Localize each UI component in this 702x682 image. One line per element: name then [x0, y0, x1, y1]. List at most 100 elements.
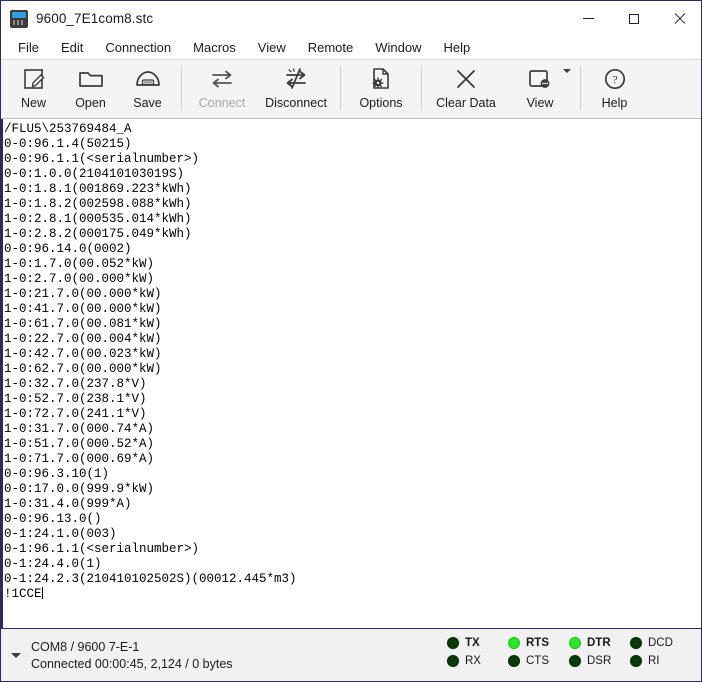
terminal-line: 1-0:31.4.0(999*A)	[4, 497, 132, 511]
toolbar: New Open Save Connect Disconnect Options…	[1, 59, 701, 119]
connection-settings-label: COM8 / 9600 7-E-1	[31, 639, 140, 654]
led-column: RTS CTS	[508, 637, 569, 667]
terminal-line: 0-0:96.3.10(1)	[4, 467, 110, 481]
options-button[interactable]: Options	[346, 60, 416, 116]
toolbar-separator	[421, 66, 422, 110]
led-label: TX	[465, 637, 480, 649]
led-lamp-icon	[630, 637, 642, 649]
options-button-label: Options	[359, 96, 403, 110]
led-label: RTS	[526, 637, 549, 649]
chevron-down-icon[interactable]	[11, 652, 21, 658]
clear-data-button-label: Clear Data	[436, 96, 496, 110]
view-button-label: View	[526, 96, 554, 110]
led-column: DCD RI	[630, 637, 691, 667]
save-button-label: Save	[133, 96, 162, 110]
terminal-line: 1-0:1.7.0(00.052*kW)	[4, 257, 155, 271]
connect-button[interactable]: Connect	[187, 60, 257, 116]
minimize-icon	[583, 18, 594, 19]
terminal-line: 1-0:51.7.0(000.52*A)	[4, 437, 155, 451]
open-button[interactable]: Open	[62, 60, 119, 116]
terminal-line: 1-0:71.7.0(000.69*A)	[4, 452, 155, 466]
help-button[interactable]: ? Help	[586, 60, 643, 116]
terminal-line: 1-0:61.7.0(00.081*kW)	[4, 317, 162, 331]
led-label: RI	[648, 655, 660, 667]
disconnect-arrows-icon	[257, 65, 335, 93]
view-button[interactable]: View	[505, 60, 575, 116]
led-lamp-icon	[630, 655, 642, 667]
terminal-line: 0-1:24.2.3(210410102502S)(00012.445*m3)	[4, 572, 297, 586]
led-indicator-dtr: DTR	[569, 637, 630, 649]
led-label: DSR	[587, 655, 612, 667]
save-button[interactable]: Save	[119, 60, 176, 116]
terminal-line: 1-0:2.8.1(000535.014*kWh)	[4, 212, 192, 226]
menu-item-help[interactable]: Help	[433, 38, 482, 58]
connect-button-label: Connect	[198, 96, 246, 110]
menu-item-macros[interactable]: Macros	[182, 38, 247, 58]
menu-item-window[interactable]: Window	[364, 38, 432, 58]
maximize-button[interactable]	[611, 1, 656, 36]
terminal-line: 0-1:24.1.0(003)	[4, 527, 117, 541]
terminal-line: 1-0:21.7.0(00.000*kW)	[4, 287, 162, 301]
led-label: DTR	[587, 637, 611, 649]
clear-data-button[interactable]: Clear Data	[427, 60, 505, 116]
menu-item-file[interactable]: File	[7, 38, 50, 58]
led-indicator-dsr: DSR	[569, 655, 630, 667]
terminal-line: 1-0:32.7.0(237.8*V)	[4, 377, 147, 391]
folder-open-icon	[62, 65, 119, 93]
maximize-icon	[628, 13, 639, 24]
minimize-button[interactable]	[566, 1, 611, 36]
terminal-line: 1-0:52.7.0(238.1*V)	[4, 392, 147, 406]
toolbar-separator	[181, 66, 182, 110]
status-text-group: COM8 / 9600 7-E-1 Connected 00:00:45, 2,…	[31, 640, 233, 671]
help-button-label: Help	[601, 96, 628, 110]
terminal-line: 1-0:72.7.0(241.1*V)	[4, 407, 147, 421]
terminal-line: 0-1:96.1.1(<serialnumber>)	[4, 542, 200, 556]
terminal-line: 0-0:1.0.0(210410103019S)	[4, 167, 185, 181]
led-column: TX RX	[447, 637, 508, 667]
terminal-line: 1-0:62.7.0(00.000*kW)	[4, 362, 162, 376]
led-column: DTR DSR	[569, 637, 630, 667]
disconnect-button[interactable]: Disconnect	[257, 60, 335, 116]
terminal-line: 0-0:96.13.0()	[4, 512, 102, 526]
save-disk-icon	[119, 65, 176, 93]
connection-status-label: Connected 00:00:45, 2,124 / 0 bytes	[31, 656, 233, 671]
options-gear-document-icon	[346, 65, 416, 93]
led-lamp-icon	[508, 655, 520, 667]
menu-item-edit[interactable]: Edit	[50, 38, 94, 58]
terminal-line: 1-0:1.8.2(002598.088*kWh)	[4, 197, 192, 211]
serial-signal-leds: TX RX RTS CTS DTR DSR DCD RI	[447, 637, 691, 667]
new-button-label: New	[20, 96, 46, 110]
led-indicator-cts: CTS	[508, 655, 569, 667]
new-button[interactable]: New	[5, 60, 62, 116]
terminal-line: 1-0:2.7.0(00.000*kW)	[4, 272, 155, 286]
led-indicator-ri: RI	[630, 655, 691, 667]
terminal-line-last: !1CCE	[4, 587, 701, 602]
led-label: CTS	[526, 655, 549, 667]
open-button-label: Open	[75, 96, 106, 110]
close-button[interactable]	[656, 1, 701, 36]
window-title: 9600_7E1com8.stc	[36, 11, 154, 26]
close-icon	[673, 13, 685, 25]
serial-terminal-window: 9600_7E1com8.stc File Edit Connection Ma…	[0, 0, 702, 682]
led-indicator-rts: RTS	[508, 637, 569, 649]
terminal-line: /FLU5\253769484_A	[4, 122, 132, 136]
terminal-line: 1-0:22.7.0(00.004*kW)	[4, 332, 162, 346]
chevron-down-icon[interactable]	[563, 69, 571, 73]
terminal-line: 1-0:1.8.1(001869.223*kWh)	[4, 182, 192, 196]
led-lamp-icon	[569, 637, 581, 649]
menu-item-connection[interactable]: Connection	[94, 38, 182, 58]
clear-x-icon	[427, 65, 505, 93]
terminal-device-icon	[10, 9, 28, 28]
menu-item-remote[interactable]: Remote	[297, 38, 365, 58]
title-bar: 9600_7E1com8.stc	[1, 1, 701, 36]
terminal-line: 0-0:17.0.0(999.9*kW)	[4, 482, 155, 496]
led-lamp-icon	[508, 637, 520, 649]
terminal-line: 1-0:42.7.0(00.023*kW)	[4, 347, 162, 361]
terminal-text[interactable]: /FLU5\253769484_A 0-0:96.1.4(50215) 0-0:96…	[3, 119, 701, 602]
menu-item-view[interactable]: View	[247, 38, 297, 58]
terminal-line: 1-0:31.7.0(000.74*A)	[4, 422, 155, 436]
terminal-line: 0-1:24.4.0(1)	[4, 557, 102, 571]
window-controls	[566, 1, 701, 36]
terminal-line: 0-0:96.14.0(0002)	[4, 242, 132, 256]
terminal-output-pane[interactable]: /FLU5\253769484_A 0-0:96.1.4(50215) 0-0:96…	[1, 119, 701, 628]
